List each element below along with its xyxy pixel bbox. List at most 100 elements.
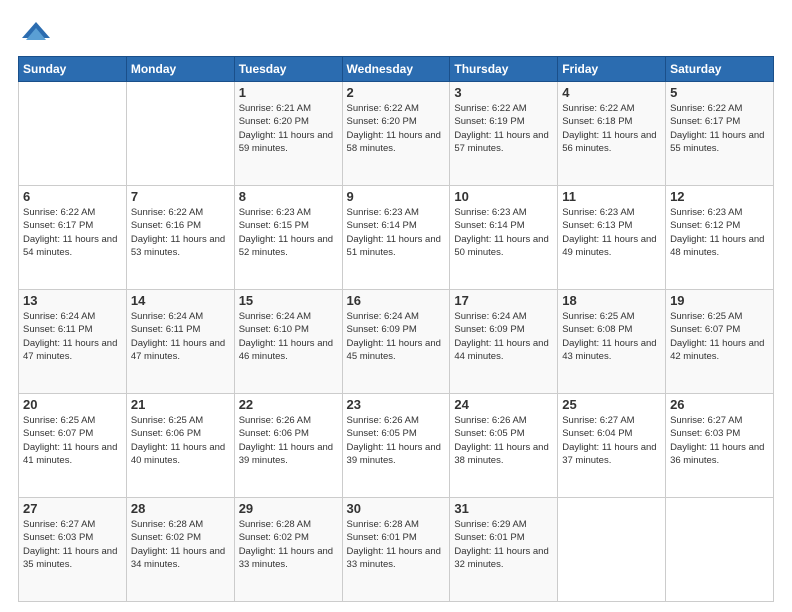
day-info: Sunrise: 6:21 AM Sunset: 6:20 PM Dayligh… [239,102,338,155]
daylight-text: Daylight: 11 hours and 49 minutes. [562,234,656,258]
calendar-day-cell: 16 Sunrise: 6:24 AM Sunset: 6:09 PM Dayl… [342,290,450,394]
weekday-header: Friday [558,57,666,82]
calendar-day-cell: 28 Sunrise: 6:28 AM Sunset: 6:02 PM Dayl… [126,498,234,602]
day-number: 16 [347,293,446,308]
day-number: 2 [347,85,446,100]
daylight-text: Daylight: 11 hours and 52 minutes. [239,234,333,258]
sunrise-text: Sunrise: 6:26 AM [239,415,311,426]
day-info: Sunrise: 6:23 AM Sunset: 6:12 PM Dayligh… [670,206,769,259]
sunrise-text: Sunrise: 6:21 AM [239,103,311,114]
day-number: 30 [347,501,446,516]
calendar-day-cell: 14 Sunrise: 6:24 AM Sunset: 6:11 PM Dayl… [126,290,234,394]
sunrise-text: Sunrise: 6:22 AM [454,103,526,114]
day-number: 23 [347,397,446,412]
calendar-day-cell: 6 Sunrise: 6:22 AM Sunset: 6:17 PM Dayli… [19,186,127,290]
day-number: 3 [454,85,553,100]
day-number: 29 [239,501,338,516]
day-info: Sunrise: 6:28 AM Sunset: 6:02 PM Dayligh… [239,518,338,571]
sunset-text: Sunset: 6:04 PM [562,428,632,439]
sunset-text: Sunset: 6:20 PM [347,116,417,127]
day-number: 22 [239,397,338,412]
day-info: Sunrise: 6:26 AM Sunset: 6:06 PM Dayligh… [239,414,338,467]
daylight-text: Daylight: 11 hours and 48 minutes. [670,234,764,258]
sunrise-text: Sunrise: 6:27 AM [670,415,742,426]
calendar-day-cell: 20 Sunrise: 6:25 AM Sunset: 6:07 PM Dayl… [19,394,127,498]
calendar-day-cell: 9 Sunrise: 6:23 AM Sunset: 6:14 PM Dayli… [342,186,450,290]
day-number: 20 [23,397,122,412]
calendar-day-cell: 29 Sunrise: 6:28 AM Sunset: 6:02 PM Dayl… [234,498,342,602]
day-info: Sunrise: 6:25 AM Sunset: 6:06 PM Dayligh… [131,414,230,467]
calendar-day-cell: 4 Sunrise: 6:22 AM Sunset: 6:18 PM Dayli… [558,82,666,186]
sunrise-text: Sunrise: 6:26 AM [454,415,526,426]
sunset-text: Sunset: 6:11 PM [23,324,93,335]
calendar-day-cell: 2 Sunrise: 6:22 AM Sunset: 6:20 PM Dayli… [342,82,450,186]
sunset-text: Sunset: 6:16 PM [131,220,201,231]
day-info: Sunrise: 6:25 AM Sunset: 6:08 PM Dayligh… [562,310,661,363]
sunset-text: Sunset: 6:09 PM [347,324,417,335]
calendar-day-cell: 24 Sunrise: 6:26 AM Sunset: 6:05 PM Dayl… [450,394,558,498]
calendar-day-cell: 27 Sunrise: 6:27 AM Sunset: 6:03 PM Dayl… [19,498,127,602]
calendar-day-cell: 13 Sunrise: 6:24 AM Sunset: 6:11 PM Dayl… [19,290,127,394]
day-info: Sunrise: 6:22 AM Sunset: 6:18 PM Dayligh… [562,102,661,155]
daylight-text: Daylight: 11 hours and 47 minutes. [131,338,225,362]
sunrise-text: Sunrise: 6:23 AM [562,207,634,218]
day-number: 1 [239,85,338,100]
sunset-text: Sunset: 6:10 PM [239,324,309,335]
day-info: Sunrise: 6:24 AM Sunset: 6:11 PM Dayligh… [23,310,122,363]
calendar-day-cell [558,498,666,602]
sunset-text: Sunset: 6:05 PM [347,428,417,439]
calendar-day-cell: 5 Sunrise: 6:22 AM Sunset: 6:17 PM Dayli… [666,82,774,186]
daylight-text: Daylight: 11 hours and 34 minutes. [131,546,225,570]
day-number: 26 [670,397,769,412]
day-info: Sunrise: 6:22 AM Sunset: 6:20 PM Dayligh… [347,102,446,155]
day-info: Sunrise: 6:23 AM Sunset: 6:14 PM Dayligh… [454,206,553,259]
sunset-text: Sunset: 6:05 PM [454,428,524,439]
sunrise-text: Sunrise: 6:29 AM [454,519,526,530]
calendar-day-cell: 8 Sunrise: 6:23 AM Sunset: 6:15 PM Dayli… [234,186,342,290]
daylight-text: Daylight: 11 hours and 35 minutes. [23,546,117,570]
calendar-day-cell: 12 Sunrise: 6:23 AM Sunset: 6:12 PM Dayl… [666,186,774,290]
sunrise-text: Sunrise: 6:26 AM [347,415,419,426]
sunrise-text: Sunrise: 6:24 AM [131,311,203,322]
day-info: Sunrise: 6:22 AM Sunset: 6:19 PM Dayligh… [454,102,553,155]
calendar-day-cell: 23 Sunrise: 6:26 AM Sunset: 6:05 PM Dayl… [342,394,450,498]
daylight-text: Daylight: 11 hours and 46 minutes. [239,338,333,362]
day-info: Sunrise: 6:24 AM Sunset: 6:09 PM Dayligh… [347,310,446,363]
day-info: Sunrise: 6:22 AM Sunset: 6:17 PM Dayligh… [670,102,769,155]
sunrise-text: Sunrise: 6:25 AM [23,415,95,426]
day-number: 5 [670,85,769,100]
page: SundayMondayTuesdayWednesdayThursdayFrid… [0,0,792,612]
day-number: 24 [454,397,553,412]
sunset-text: Sunset: 6:20 PM [239,116,309,127]
day-info: Sunrise: 6:28 AM Sunset: 6:01 PM Dayligh… [347,518,446,571]
sunrise-text: Sunrise: 6:22 AM [23,207,95,218]
sunrise-text: Sunrise: 6:24 AM [347,311,419,322]
daylight-text: Daylight: 11 hours and 33 minutes. [347,546,441,570]
sunset-text: Sunset: 6:07 PM [670,324,740,335]
sunrise-text: Sunrise: 6:27 AM [562,415,634,426]
sunrise-text: Sunrise: 6:24 AM [23,311,95,322]
weekday-header: Tuesday [234,57,342,82]
calendar-day-cell: 11 Sunrise: 6:23 AM Sunset: 6:13 PM Dayl… [558,186,666,290]
sunrise-text: Sunrise: 6:22 AM [131,207,203,218]
daylight-text: Daylight: 11 hours and 57 minutes. [454,130,548,154]
daylight-text: Daylight: 11 hours and 43 minutes. [562,338,656,362]
calendar-day-cell: 1 Sunrise: 6:21 AM Sunset: 6:20 PM Dayli… [234,82,342,186]
sunrise-text: Sunrise: 6:25 AM [562,311,634,322]
sunrise-text: Sunrise: 6:23 AM [347,207,419,218]
day-number: 31 [454,501,553,516]
daylight-text: Daylight: 11 hours and 59 minutes. [239,130,333,154]
day-info: Sunrise: 6:28 AM Sunset: 6:02 PM Dayligh… [131,518,230,571]
sunrise-text: Sunrise: 6:27 AM [23,519,95,530]
calendar-day-cell: 3 Sunrise: 6:22 AM Sunset: 6:19 PM Dayli… [450,82,558,186]
sunset-text: Sunset: 6:17 PM [670,116,740,127]
daylight-text: Daylight: 11 hours and 36 minutes. [670,442,764,466]
daylight-text: Daylight: 11 hours and 44 minutes. [454,338,548,362]
weekday-header: Monday [126,57,234,82]
calendar-table: SundayMondayTuesdayWednesdayThursdayFrid… [18,56,774,602]
sunset-text: Sunset: 6:03 PM [670,428,740,439]
weekday-header: Thursday [450,57,558,82]
day-number: 25 [562,397,661,412]
calendar-day-cell: 7 Sunrise: 6:22 AM Sunset: 6:16 PM Dayli… [126,186,234,290]
day-number: 28 [131,501,230,516]
